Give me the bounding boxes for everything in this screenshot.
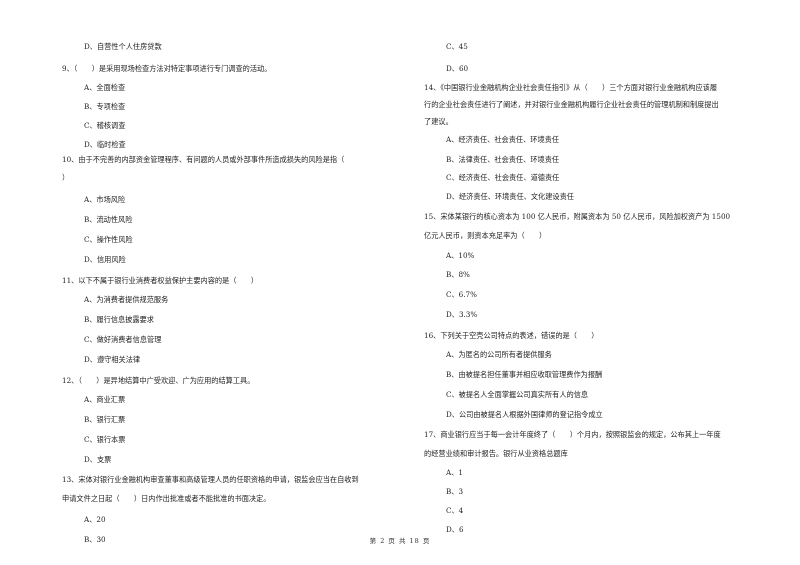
answer-option: D、信用风险 (84, 255, 126, 264)
question-text: 13、宋体对银行业金融机构审查董事和高级管理人员的任职资格的申请，银监会应当在自… (62, 475, 359, 484)
answer-option: D、6 (446, 525, 464, 534)
answer-option: B、银行汇票 (84, 415, 126, 424)
question-text: 16、下列关于空壳公司特点的表述，错误的是（ ） (424, 331, 599, 340)
answer-option: B、由被提名担任董事并相应收取管理费作为报酬 (446, 370, 603, 379)
answer-option: C、银行本票 (84, 435, 126, 444)
answer-option: C、被提名人全面掌握公司真实所有人的信息 (446, 390, 589, 399)
answer-option: B、法律责任、社会责任、环境责任 (446, 155, 560, 164)
question-text: 11、以下不属于银行业消费者权益保护主要内容的是（ ） (62, 276, 259, 285)
answer-option: A、商业汇票 (84, 395, 126, 404)
question-text-continued: 申请文件之日起（ ）日内作出批准或者不能批准的书面决定。 (62, 494, 271, 503)
answer-option: C、稽核调查 (84, 121, 126, 130)
answer-option: B、8% (446, 270, 470, 279)
answer-option: D、公司由被提名人根据外国律师的登记指令成立 (446, 410, 603, 419)
answer-option: D、临时检查 (84, 140, 126, 149)
question-text-continued: ） (62, 173, 70, 182)
answer-option: D、经济责任、环境责任、文化建设责任 (446, 192, 574, 201)
question-text: 15、宋体某银行的核心资本为 100 亿人民币，附属资本为 50 亿人民币，风险… (424, 212, 731, 221)
question-text: 9、（ ）是采用现场检查方法对特定事项进行专门调查的活动。 (62, 64, 272, 73)
answer-option: A、市场风险 (84, 195, 126, 204)
answer-option: A、20 (84, 515, 106, 524)
question-text: 14、《中国银行业金融机构企业社会责任指引》从（ ）三个方面对银行业金融机构应该… (424, 83, 718, 92)
answer-option: A、1 (446, 468, 463, 477)
answer-option: C、经济责任、社会责任、道德责任 (446, 173, 560, 182)
answer-option: D、3.3% (446, 310, 478, 319)
question-text: 12、（ ）是异地结算中广受欢迎、广为应用的结算工具。 (62, 376, 255, 385)
page-footer: 第 2 页 共 18 页 (369, 537, 431, 545)
answer-option: A、10% (446, 251, 475, 260)
question-text-continued: 了建议。 (424, 117, 453, 126)
answer-option: B、3 (446, 487, 464, 496)
answer-option: C、45 (446, 42, 468, 51)
answer-option: A、经济责任、社会责任、环境责任 (446, 135, 560, 144)
question-text: 10、由于不完善的内部资金管理程序、有问题的人员或外部事件所造成损失的风险是指（ (62, 155, 345, 164)
answer-option: D、支票 (84, 455, 112, 464)
answer-option: B、履行信息披露要求 (84, 315, 154, 324)
answer-option: B、专项检查 (84, 102, 126, 111)
question-text: 17、商业银行应当于每一会计年度终了（ ）个月内，按照银监会的规定，公布其上一年… (424, 430, 721, 439)
answer-option: D、自营性个人住房贷款 (84, 42, 162, 51)
answer-option: A、为匿名的公司所有者提供服务 (446, 350, 552, 359)
answer-option: C、4 (446, 506, 464, 515)
question-text-continued: 行的企业社会责任进行了阐述，并对银行业金融机构履行企业社会责任的管理机制和制度提… (424, 100, 719, 109)
answer-option: A、全面检查 (84, 83, 126, 92)
question-text-continued: 亿元人民币，则资本充足率为（ ） (424, 231, 547, 240)
answer-option: D、60 (446, 64, 469, 73)
question-text-continued: 的经营业绩和审计报告。银行从业资格总题库 (424, 449, 568, 458)
answer-option: A、为消费者提供规范服务 (84, 295, 169, 304)
answer-option: C、做好消费者信息管理 (84, 335, 162, 344)
answer-option: B、流动性风险 (84, 215, 133, 224)
answer-option: D、遵守相关法律 (84, 355, 141, 364)
answer-option: C、6.7% (446, 290, 477, 299)
answer-option: C、操作性风险 (84, 235, 133, 244)
